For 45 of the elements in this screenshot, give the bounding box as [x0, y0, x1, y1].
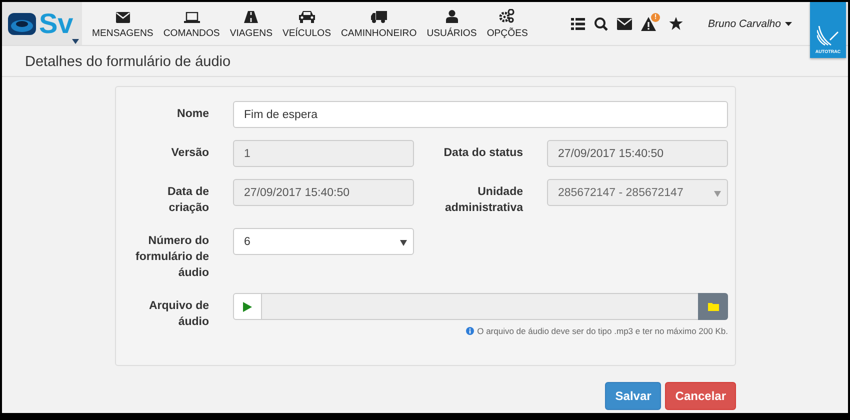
nav-item[interactable]: USUÁRIOS	[422, 2, 482, 45]
cancel-button[interactable]: Cancelar	[665, 382, 736, 410]
nav-item[interactable]: VEÍCULOS	[277, 2, 336, 45]
swoosh-icon	[817, 26, 839, 46]
save-button[interactable]: Salvar	[605, 382, 662, 410]
caret-icon	[714, 191, 721, 197]
field-label: Arquivo de áudio	[148, 299, 209, 330]
field-label: Unidade administrativa	[444, 185, 523, 216]
play-icon	[243, 302, 252, 312]
gears-icon	[499, 9, 516, 23]
file-path-field[interactable]	[262, 293, 698, 320]
eye-logo-icon	[8, 12, 36, 34]
folder-icon	[708, 302, 718, 311]
field-label: Número do formulário de áudio	[135, 234, 209, 281]
caret-icon	[400, 240, 407, 246]
laptop-icon	[184, 12, 200, 23]
input-field[interactable]: Fim de espera	[233, 101, 728, 128]
road-icon	[244, 11, 258, 23]
caret-icon	[785, 22, 792, 26]
caret-icon	[72, 39, 79, 44]
truck-icon	[370, 11, 387, 23]
nav-item[interactable]: MENSAGENS	[87, 2, 158, 45]
envelope-icon[interactable]	[617, 18, 632, 30]
select-field[interactable]: 6	[233, 228, 414, 255]
list-icon[interactable]	[571, 18, 586, 30]
field-label: Data de criação	[166, 185, 209, 216]
help-text: O arquivo de áudio deve ser do tipo .mp3 e ter no máximo 200 Kb.	[466, 326, 728, 336]
info-icon	[466, 327, 474, 335]
car-icon	[298, 10, 316, 23]
envelope-icon	[116, 12, 130, 23]
field-label: Versão	[170, 146, 209, 161]
nav-item[interactable]: COMANDOS	[158, 2, 225, 45]
page-title: Detalhes do formulário de áudio	[25, 54, 231, 70]
star-icon[interactable]	[669, 17, 684, 30]
logo-text: Sv	[39, 8, 74, 40]
nav-item[interactable]: OPÇÕES	[482, 2, 533, 45]
browse-button[interactable]	[698, 293, 728, 320]
field-label: Nome	[176, 107, 209, 122]
user-icon	[446, 10, 458, 23]
play-button[interactable]	[233, 293, 262, 320]
nav-item[interactable]: CAMINHONEIRO	[336, 2, 422, 45]
nav-item[interactable]: VIAGENS	[224, 2, 278, 45]
field-label: Data do status	[442, 146, 523, 161]
search-icon[interactable]	[594, 16, 608, 30]
user-menu[interactable]: Bruno Carvalho	[702, 16, 798, 30]
